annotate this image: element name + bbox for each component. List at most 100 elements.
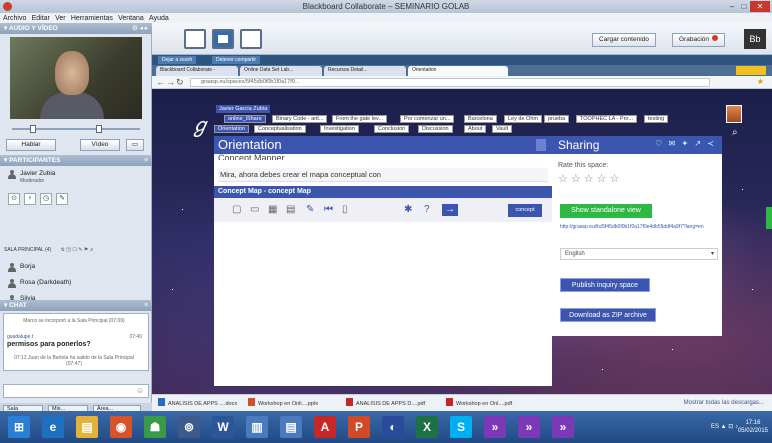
concept-button[interactable]: concept <box>508 204 542 217</box>
space-tab[interactable]: From the gate lev... <box>332 115 387 123</box>
app-taskbar-icon[interactable]: ⊚ <box>178 416 200 438</box>
talk-button[interactable]: Hablar <box>6 139 56 151</box>
phase-tab[interactable]: Conceptualisation <box>254 125 306 133</box>
browser-tab[interactable]: Blackboard Collaborate - <box>156 66 238 76</box>
acrobat-taskbar-icon[interactable]: A <box>314 416 336 438</box>
share-social-icons[interactable]: ♡ ✉ ✦ ↗ ≺ <box>655 139 716 148</box>
system-tray[interactable]: ES ▲ ⊡ ♪ <box>711 423 738 430</box>
browser-tab[interactable]: Online Data Set Lab... <box>240 66 322 76</box>
recording-button[interactable]: Grabación <box>672 33 725 47</box>
video-toggle-icon[interactable]: ▭ <box>126 139 144 151</box>
space-tab[interactable]: Binary Code - arit... <box>272 115 328 123</box>
browser-tab-active[interactable]: Orientation <box>408 66 508 76</box>
audio-settings-icon[interactable]: ⚙ ◂ ▸ <box>132 23 148 34</box>
app-taskbar-icon[interactable]: ▤ <box>280 416 302 438</box>
rating-stars[interactable]: ☆☆☆☆☆ <box>558 172 622 185</box>
video-button[interactable]: Vídeo <box>80 139 120 151</box>
load-content-button[interactable]: Cargar contenido <box>592 33 656 47</box>
chat-menu-icon[interactable]: ≡ <box>144 300 148 311</box>
skype-taskbar-icon[interactable]: S <box>450 416 472 438</box>
room-tools-icons[interactable]: ⇅ ◳ ☐ ✎ ⚑ ♬ <box>61 247 95 253</box>
app-taskbar-icon[interactable]: » <box>552 416 574 438</box>
word-taskbar-icon[interactable]: W <box>212 416 234 438</box>
relation-arrow-icon[interactable]: → <box>442 204 458 216</box>
phase-tab[interactable]: Vault <box>492 125 513 133</box>
whiteboard-icon[interactable] <box>184 29 206 49</box>
menu-herramientas[interactable]: Herramientas <box>71 15 113 22</box>
forward-icon[interactable]: → <box>166 77 175 88</box>
menu-ventana[interactable]: Ventana <box>118 15 144 22</box>
space-tab[interactable]: testing <box>644 115 669 123</box>
space-tab[interactable]: Ley de Ohm <box>504 115 542 123</box>
start-button[interactable]: ⊞ <box>8 416 30 438</box>
close-button[interactable]: ✕ <box>750 1 770 12</box>
open-folder-icon[interactable]: ▭ <box>250 204 259 216</box>
save-icon[interactable]: ▦ <box>268 204 277 216</box>
standalone-view-button[interactable]: Show standalone view <box>560 204 652 218</box>
ie-taskbar-icon[interactable]: e <box>42 416 64 438</box>
user-avatar[interactable] <box>726 105 742 123</box>
search-icon[interactable]: ⌕ <box>732 127 738 138</box>
app-taskbar-icon[interactable]: ☗ <box>144 416 166 438</box>
new-file-icon[interactable]: ▢ <box>232 204 241 216</box>
app-taskbar-icon[interactable]: » <box>484 416 506 438</box>
phase-tab[interactable]: About <box>464 125 487 133</box>
app-taskbar-icon[interactable]: ◐ <box>382 416 404 438</box>
download-item[interactable]: Workshop en Onl....pdf <box>446 398 512 409</box>
help-icon[interactable]: ? <box>424 204 430 216</box>
download-zip-button[interactable]: Download as ZIP archive <box>560 308 656 322</box>
app-taskbar-icon[interactable]: » <box>518 416 540 438</box>
menu-ver[interactable]: Ver <box>55 15 66 22</box>
chat-input[interactable]: ☺ <box>3 384 149 398</box>
menu-editar[interactable]: Editar <box>32 15 50 22</box>
bookmark-star-icon[interactable]: ★ <box>757 77 764 86</box>
space-tab[interactable]: online_iShare <box>224 115 266 123</box>
download-item[interactable]: ANALISIS DE APPS ....docx <box>158 398 237 409</box>
detener-button[interactable]: Detener compartir <box>212 56 261 64</box>
side-handle[interactable] <box>766 207 772 229</box>
taskbar-clock[interactable]: 17:16 05/02/2015 <box>738 419 768 435</box>
space-tab[interactable]: Por comenzar un... <box>400 115 455 123</box>
publish-inquiry-button[interactable]: Publish inquiry space <box>560 278 650 292</box>
audio-video-header[interactable]: ▾ AUDIO Y VÍDEO ⚙ ◂ ▸ <box>0 23 152 34</box>
share-link[interactable]: http://graasp.eu/ils/5f45db0f0b1f0a17f0e… <box>560 224 716 230</box>
menu-ayuda[interactable]: Ayuda <box>149 15 169 22</box>
space-tab[interactable]: TOOPHEC LA - Pro... <box>576 115 638 123</box>
panel-toggle-icon[interactable] <box>536 139 546 151</box>
browser-window-controls[interactable] <box>736 66 766 75</box>
select-icon[interactable]: ⊙ <box>8 193 20 205</box>
trash-icon[interactable]: ▯ <box>342 204 348 216</box>
chat-log[interactable]: Marco se incorporó a la Sala Principal (… <box>3 313 149 371</box>
mic-volume-knob[interactable] <box>96 125 102 133</box>
minimize-button[interactable]: – <box>726 1 738 12</box>
explorer-taskbar-icon[interactable]: ▤ <box>76 416 98 438</box>
edit-icon[interactable]: ✎ <box>56 193 68 205</box>
address-input[interactable]: graasp.eu/spaces/5f45db0f0b1f0a17f0... <box>190 78 710 87</box>
reload-icon[interactable]: ↻ <box>176 77 184 88</box>
first-icon[interactable]: ⏮ <box>324 204 333 216</box>
stop-share-button[interactable]: Dejar a ssssh <box>158 56 197 64</box>
image-icon[interactable]: ▤ <box>286 204 295 216</box>
maximize-button[interactable]: □ <box>738 1 750 12</box>
chrome-taskbar-icon[interactable]: ◉ <box>110 416 132 438</box>
emoticon-icon[interactable]: ☺ <box>136 386 144 395</box>
orientation-instruction[interactable]: Mira, ahora debes crear el mapa conceptu… <box>218 168 548 182</box>
app-taskbar-icon[interactable]: ▥ <box>246 416 268 438</box>
app-share-icon[interactable] <box>212 29 234 49</box>
excel-taskbar-icon[interactable]: X <box>416 416 438 438</box>
phase-tab-orientation[interactable]: Orientation <box>214 125 249 133</box>
menu-archivo[interactable]: Archivo <box>3 15 26 22</box>
participants-collapse-icon[interactable]: ≡ <box>144 155 148 166</box>
concept-map-canvas[interactable] <box>214 222 552 386</box>
eraser-icon[interactable]: ✎ <box>306 204 314 216</box>
participants-header[interactable]: ▾ PARTICIPANTES ≡ <box>0 155 152 166</box>
phase-tab[interactable]: Discussion <box>418 125 453 133</box>
speaker-volume-knob[interactable] <box>30 125 36 133</box>
show-all-downloads-link[interactable]: Mostrar todas las descargas... <box>684 398 764 409</box>
web-tour-icon[interactable] <box>240 29 262 49</box>
space-tab[interactable]: prueba <box>544 115 570 123</box>
chat-header[interactable]: ▾ CHAT ≡ <box>0 300 152 311</box>
back-icon[interactable]: ← <box>156 77 165 88</box>
phase-tab[interactable]: Investigation <box>320 125 359 133</box>
user-settings-icon[interactable]: ♀ <box>24 193 36 205</box>
